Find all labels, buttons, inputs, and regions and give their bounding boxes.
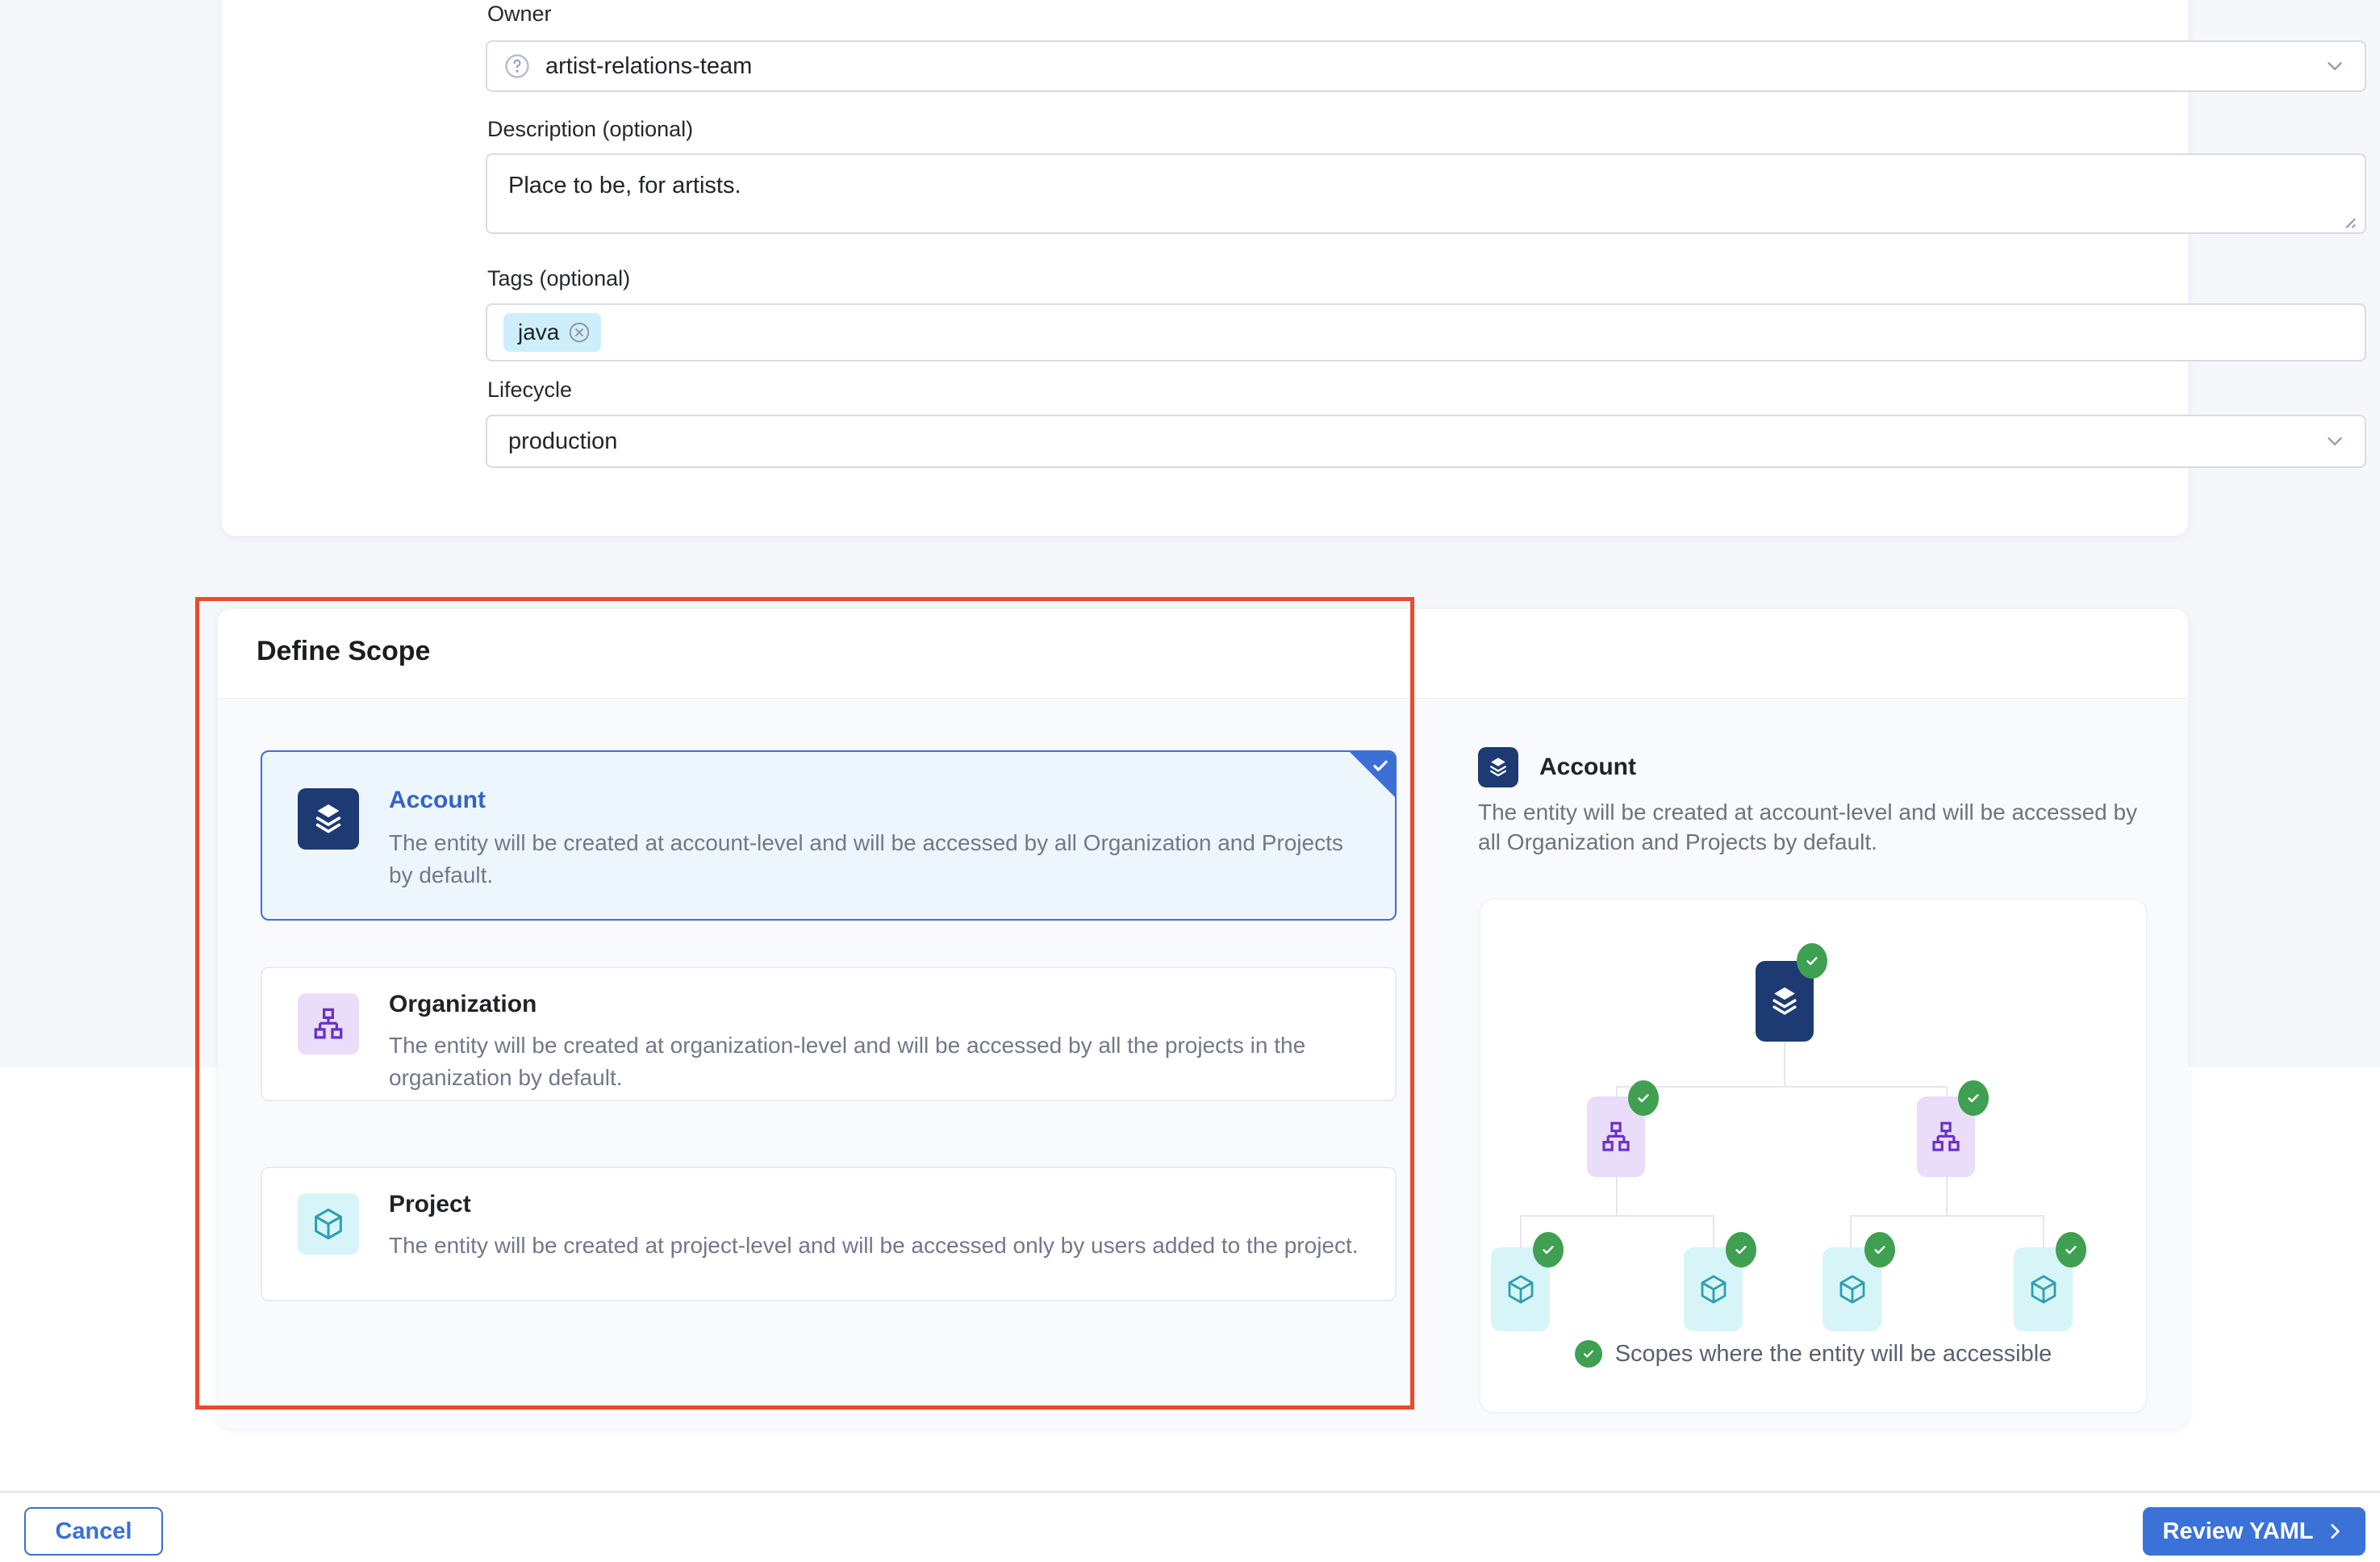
project-cube-icon (298, 1193, 359, 1255)
connector-line (1850, 1215, 2044, 1217)
account-layers-icon (298, 788, 359, 850)
description-field[interactable]: Place to be, for artists. (486, 153, 2366, 234)
connector-line (2043, 1215, 2044, 1247)
chevron-right-icon (2324, 1521, 2345, 1542)
review-yaml-button-label: Review YAML (2163, 1518, 2314, 1545)
lifecycle-select[interactable]: production (486, 415, 2366, 468)
check-badge (1726, 1232, 1756, 1268)
scope-option-account[interactable]: Account The entity will be created at ac… (261, 750, 1397, 921)
preview-header: Account (1478, 747, 1636, 787)
project-option-description: The entity will be created at project-le… (389, 1230, 1365, 1262)
check-badge (1958, 1080, 1989, 1116)
connector-line (1946, 1086, 1948, 1096)
account-option-description: The entity will be created at account-le… (389, 827, 1365, 892)
organization-option-description: The entity will be created at organizati… (389, 1030, 1365, 1094)
scope-option-project[interactable]: Project The entity will be created at pr… (261, 1167, 1397, 1301)
description-label: Description (optional) (487, 117, 693, 142)
help-icon (503, 52, 531, 80)
scope-option-organization[interactable]: Organization The entity will be created … (261, 967, 1397, 1101)
tags-field[interactable]: java (486, 303, 2366, 361)
account-layers-icon (1478, 747, 1518, 787)
remove-tag-icon[interactable] (567, 320, 591, 345)
organization-option-title: Organization (389, 991, 537, 1018)
tag-chip-text: java (518, 320, 559, 345)
connector-line (1850, 1215, 1852, 1247)
chevron-down-icon (2323, 429, 2347, 453)
lifecycle-label: Lifecycle (487, 378, 572, 403)
lifecycle-value: production (508, 428, 617, 455)
check-badge-icon (1575, 1340, 1602, 1368)
check-badge (1628, 1080, 1659, 1116)
connector-line (1520, 1215, 1522, 1247)
account-option-title: Account (389, 787, 486, 814)
page: Owner artist-relations-team Description … (0, 0, 2380, 1562)
check-badge (1533, 1232, 1564, 1268)
legend-text: Scopes where the entity will be accessib… (1615, 1341, 2052, 1368)
connector-line (1616, 1086, 1618, 1096)
connector-line (1713, 1215, 1714, 1247)
check-badge (2056, 1232, 2086, 1268)
connector-line (1616, 1177, 1618, 1215)
selected-check-icon (1370, 755, 1391, 776)
cancel-button[interactable]: Cancel (24, 1507, 163, 1556)
resize-handle-icon[interactable] (2339, 211, 2357, 229)
review-yaml-button[interactable]: Review YAML (2143, 1507, 2365, 1556)
owner-label: Owner (487, 2, 552, 27)
chevron-down-icon (2323, 54, 2347, 78)
cancel-button-label: Cancel (55, 1518, 132, 1545)
diagram-legend: Scopes where the entity will be accessib… (1480, 1340, 2146, 1368)
connector-line (1616, 1086, 1948, 1088)
connector-line (1520, 1215, 1714, 1217)
check-badge (1864, 1232, 1895, 1268)
owner-select[interactable]: artist-relations-team (486, 40, 2366, 92)
preview-description: The entity will be created at account-le… (1478, 797, 2140, 857)
connector-line (1946, 1177, 1948, 1215)
tags-label: Tags (optional) (487, 266, 630, 291)
project-option-title: Project (389, 1191, 471, 1218)
check-badge (1797, 943, 1827, 979)
owner-value: artist-relations-team (545, 53, 752, 80)
organization-chart-icon (298, 993, 359, 1055)
connector-line (1784, 1042, 1785, 1086)
entity-form-card: Owner artist-relations-team Description … (222, 0, 2188, 536)
scope-diagram-card: Scopes where the entity will be accessib… (1480, 899, 2147, 1413)
footer-bar (0, 1491, 2380, 1562)
tag-chip: java (503, 313, 601, 352)
preview-title: Account (1539, 754, 1636, 781)
define-scope-heading: Define Scope (257, 636, 430, 667)
